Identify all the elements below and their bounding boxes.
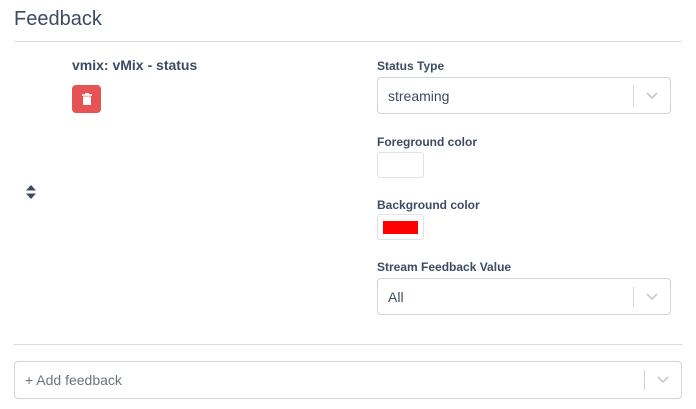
foreground-color-picker[interactable] (377, 152, 424, 178)
background-color-label: Background color (377, 198, 480, 212)
background-color-picker[interactable] (377, 214, 424, 240)
status-type-label: Status Type (377, 59, 445, 73)
foreground-color-swatch (383, 158, 418, 172)
delete-feedback-button[interactable] (72, 85, 101, 113)
background-color-swatch (383, 220, 418, 234)
divider-bottom (14, 344, 682, 345)
stream-feedback-value-label: Stream Feedback Value (377, 260, 512, 274)
add-feedback-placeholder: + Add feedback (25, 372, 122, 388)
add-feedback-select[interactable]: + Add feedback (14, 361, 682, 399)
stream-feedback-value: All (388, 288, 404, 305)
chevron-down-icon[interactable] (645, 362, 681, 398)
feedback-name: vmix: vMix - status (72, 57, 198, 73)
section-title: Feedback (14, 8, 102, 30)
stream-feedback-value-select[interactable]: All (377, 278, 671, 315)
status-type-value: streaming (388, 87, 450, 104)
trash-icon (81, 93, 92, 105)
feedback-panel: Feedback vmix: vMix - status Status Type… (0, 0, 696, 409)
chevron-down-icon[interactable] (634, 78, 670, 113)
divider-top (14, 41, 682, 42)
chevron-down-icon[interactable] (634, 279, 670, 314)
status-type-select[interactable]: streaming (377, 77, 671, 114)
foreground-color-label: Foreground color (377, 135, 477, 149)
sort-icon[interactable] (26, 185, 36, 199)
